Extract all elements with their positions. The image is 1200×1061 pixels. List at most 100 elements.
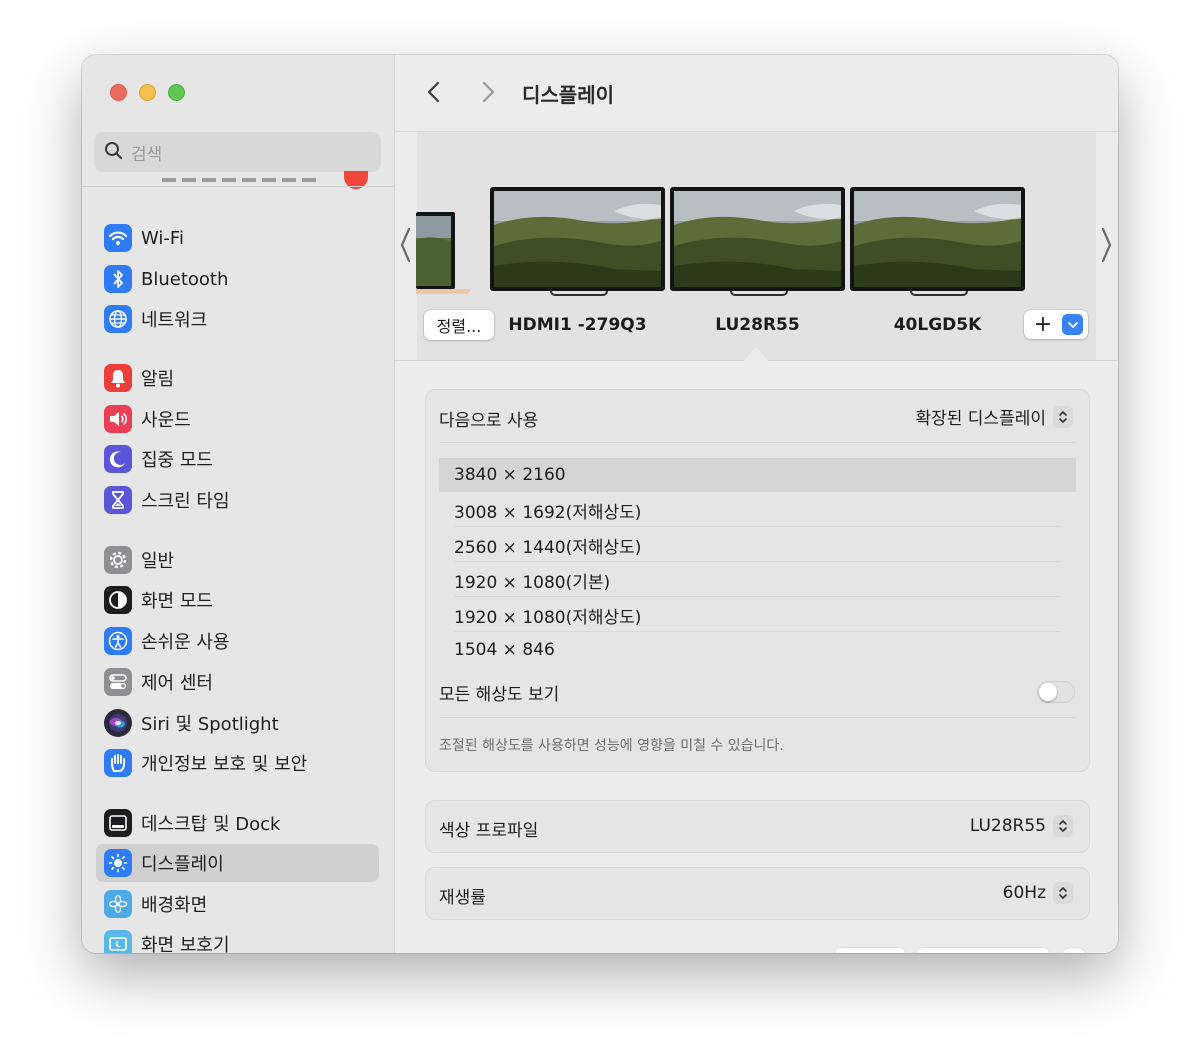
- divider: [439, 442, 1076, 443]
- resolution-option[interactable]: 3008 × 1692(저해상도): [439, 493, 1076, 527]
- speaker-icon: [104, 405, 132, 433]
- sidebar-item-screensaver[interactable]: 화면 보호기: [96, 925, 379, 953]
- monitor-label[interactable]: HDMI1 -279Q3: [490, 315, 665, 335]
- divider: [454, 561, 1061, 562]
- sidebar-item-sound[interactable]: 사운드: [96, 400, 379, 438]
- updown-chevron-icon: [1053, 882, 1073, 904]
- sidebar-divider: [82, 186, 394, 187]
- monitor-stand: [730, 291, 788, 296]
- refresh-rate-popup[interactable]: 60Hz: [1003, 882, 1073, 904]
- sidebar-item-displays[interactable]: 디스플레이: [96, 844, 379, 882]
- monitor-label[interactable]: 40LGD5K: [850, 315, 1025, 335]
- refresh-rate-card: 재생률 60Hz: [425, 867, 1090, 920]
- sidebar-item-appearance[interactable]: 화면 모드: [96, 581, 379, 619]
- bottom-button-fragment[interactable]: [917, 948, 1049, 953]
- close-window-button[interactable]: [110, 84, 127, 101]
- monitor-thumbnail-40lgd5k[interactable]: [850, 187, 1025, 296]
- minimize-window-button[interactable]: [139, 84, 156, 101]
- divider: [454, 596, 1061, 597]
- sidebar-item-desktop-dock[interactable]: 데스크탑 및 Dock: [96, 804, 379, 842]
- monitor-thumbnail-lu28r55[interactable]: [670, 187, 845, 296]
- scroll-right-icon[interactable]: [1100, 225, 1114, 265]
- accessibility-icon: [104, 627, 132, 655]
- sidebar-item-label: 제어 센터: [141, 673, 213, 694]
- search-icon: [104, 141, 123, 164]
- screensaver-icon: [104, 930, 132, 953]
- sidebar-item-siri-spotlight[interactable]: Siri 및 Spotlight: [96, 704, 379, 742]
- zoom-window-button[interactable]: [168, 84, 185, 101]
- sidebar-item-label: 개인정보 보호 및 보안: [141, 754, 308, 775]
- forward-button[interactable]: [474, 79, 500, 105]
- moon-icon: [104, 445, 132, 473]
- sidebar-item-accessibility[interactable]: 손쉬운 사용: [96, 622, 379, 660]
- wallpaper-thumbnail: [850, 187, 1025, 291]
- search-placeholder: 검색: [131, 144, 163, 165]
- sidebar-item-label: Wi-Fi: [141, 227, 184, 249]
- sidebar-item-label: 데스크탑 및 Dock: [141, 814, 281, 835]
- refresh-rate-label: 재생률: [439, 888, 486, 908]
- main-pane: 디스플레이 정렬... HDMI1 -279Q3 LU28R55 40LGD5K…: [395, 55, 1118, 953]
- resolution-option[interactable]: 3840 × 2160: [439, 458, 1076, 492]
- sidebar-item-label: 알림: [141, 369, 175, 390]
- sidebar-item-general[interactable]: 일반: [96, 541, 379, 579]
- search-field[interactable]: 검색: [94, 132, 381, 172]
- divider: [454, 631, 1061, 632]
- sidebar-item-focus[interactable]: 집중 모드: [96, 440, 379, 478]
- sidebar-item-label: 배경화면: [141, 895, 208, 916]
- sidebar-item-wallpaper[interactable]: 배경화면: [96, 885, 379, 923]
- sidebar-item-wifi[interactable]: Wi-Fi: [96, 219, 379, 257]
- bottom-button-fragment[interactable]: [835, 948, 905, 953]
- color-profile-label: 색상 프로파일: [439, 821, 539, 841]
- flower-icon: [104, 890, 132, 918]
- use-as-popup[interactable]: 확장된 디스플레이: [915, 404, 1073, 429]
- gear-icon: [104, 546, 132, 574]
- sidebar-item-bluetooth[interactable]: Bluetooth: [96, 260, 379, 298]
- chevron-left-icon: [427, 81, 440, 103]
- scroll-left-icon[interactable]: [398, 225, 412, 265]
- color-profile-popup[interactable]: LU28R55: [970, 815, 1073, 837]
- plus-icon: +: [1033, 311, 1053, 337]
- chevron-down-icon[interactable]: [1062, 314, 1083, 335]
- divider: [454, 526, 1061, 527]
- sidebar-item-notifications[interactable]: 알림: [96, 359, 379, 397]
- sidebar-item-privacy-security[interactable]: 개인정보 보호 및 보안: [96, 744, 379, 782]
- arrange-button[interactable]: 정렬...: [424, 310, 494, 340]
- wallpaper-thumbnail: [670, 187, 845, 291]
- show-all-resolutions-label: 모든 해상도 보기: [439, 685, 560, 705]
- wifi-icon: [104, 224, 132, 252]
- sidebar-item-screen-time[interactable]: 스크린 타임: [96, 481, 379, 519]
- add-display-button[interactable]: +: [1024, 310, 1088, 339]
- show-all-resolutions-toggle[interactable]: [1037, 681, 1075, 703]
- dock-icon: [104, 809, 132, 837]
- page-title: 디스플레이: [522, 83, 614, 107]
- sidebar-item-label: 집중 모드: [141, 450, 213, 471]
- control-center-icon: [104, 668, 132, 696]
- sidebar-item-label: 디스플레이: [141, 854, 224, 875]
- performance-note: 조절된 해상도를 사용하면 성능에 영향을 미칠 수 있습니다.: [439, 738, 784, 754]
- resolution-option[interactable]: 2560 × 1440(저해상도): [439, 528, 1076, 562]
- monitor-label[interactable]: LU28R55: [670, 315, 845, 335]
- sidebar-item-label: 스크린 타임: [141, 491, 230, 512]
- divider: [439, 717, 1076, 718]
- builtin-display-thumbnail[interactable]: [416, 210, 471, 295]
- updown-chevron-icon: [1053, 405, 1073, 428]
- settings-window: 검색 Wi-Fi Bluetooth 네트워크 알림 사운드 집중 모드 스크린…: [82, 55, 1118, 953]
- sidebar-item-label: 네트워크: [141, 310, 208, 331]
- use-as-label: 다음으로 사용: [439, 411, 539, 431]
- sidebar-item-label: Bluetooth: [141, 268, 229, 290]
- resolution-option[interactable]: 1920 × 1080(기본): [439, 563, 1076, 597]
- monitor-stand: [550, 291, 608, 296]
- monitor-stand: [910, 291, 968, 296]
- resolution-option[interactable]: 1920 × 1080(저해상도): [439, 598, 1076, 632]
- sidebar-item-control-center[interactable]: 제어 센터: [96, 663, 379, 701]
- chevron-right-icon: [482, 81, 495, 103]
- bluetooth-icon: [104, 265, 132, 293]
- sidebar-item-label: 손쉬운 사용: [141, 632, 230, 653]
- back-button[interactable]: [422, 79, 448, 105]
- display-arrangement: 정렬... HDMI1 -279Q3 LU28R55 40LGD5K +: [395, 131, 1118, 361]
- sidebar-item-network[interactable]: 네트워크: [96, 300, 379, 338]
- help-button-fragment[interactable]: [1063, 948, 1085, 953]
- globe-icon: [104, 305, 132, 333]
- resolution-option[interactable]: 1504 × 846: [439, 633, 1076, 667]
- monitor-thumbnail-hdmi1[interactable]: [490, 187, 665, 296]
